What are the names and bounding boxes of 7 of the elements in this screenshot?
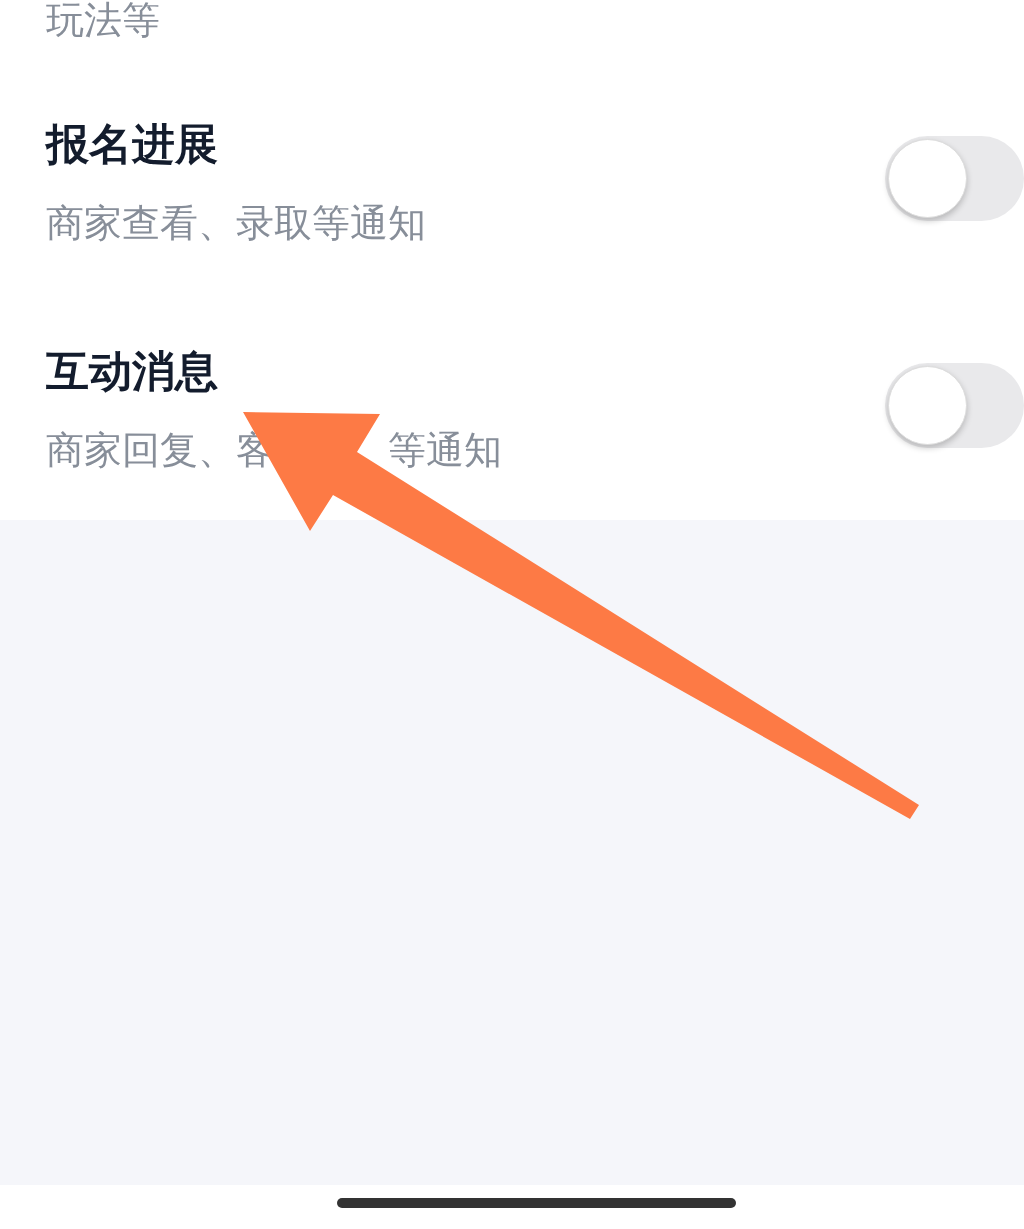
item-title: 报名进展: [46, 119, 218, 169]
item-subtitle: 等通知: [388, 428, 502, 472]
item-subtitle: 商家查看、录取等通知: [46, 201, 426, 245]
toggle-switch[interactable]: [885, 135, 1024, 221]
item-title: 互动消息: [46, 346, 218, 396]
item-subtitle: 玩法等: [46, 0, 160, 40]
toggle-switch[interactable]: [885, 362, 1024, 448]
